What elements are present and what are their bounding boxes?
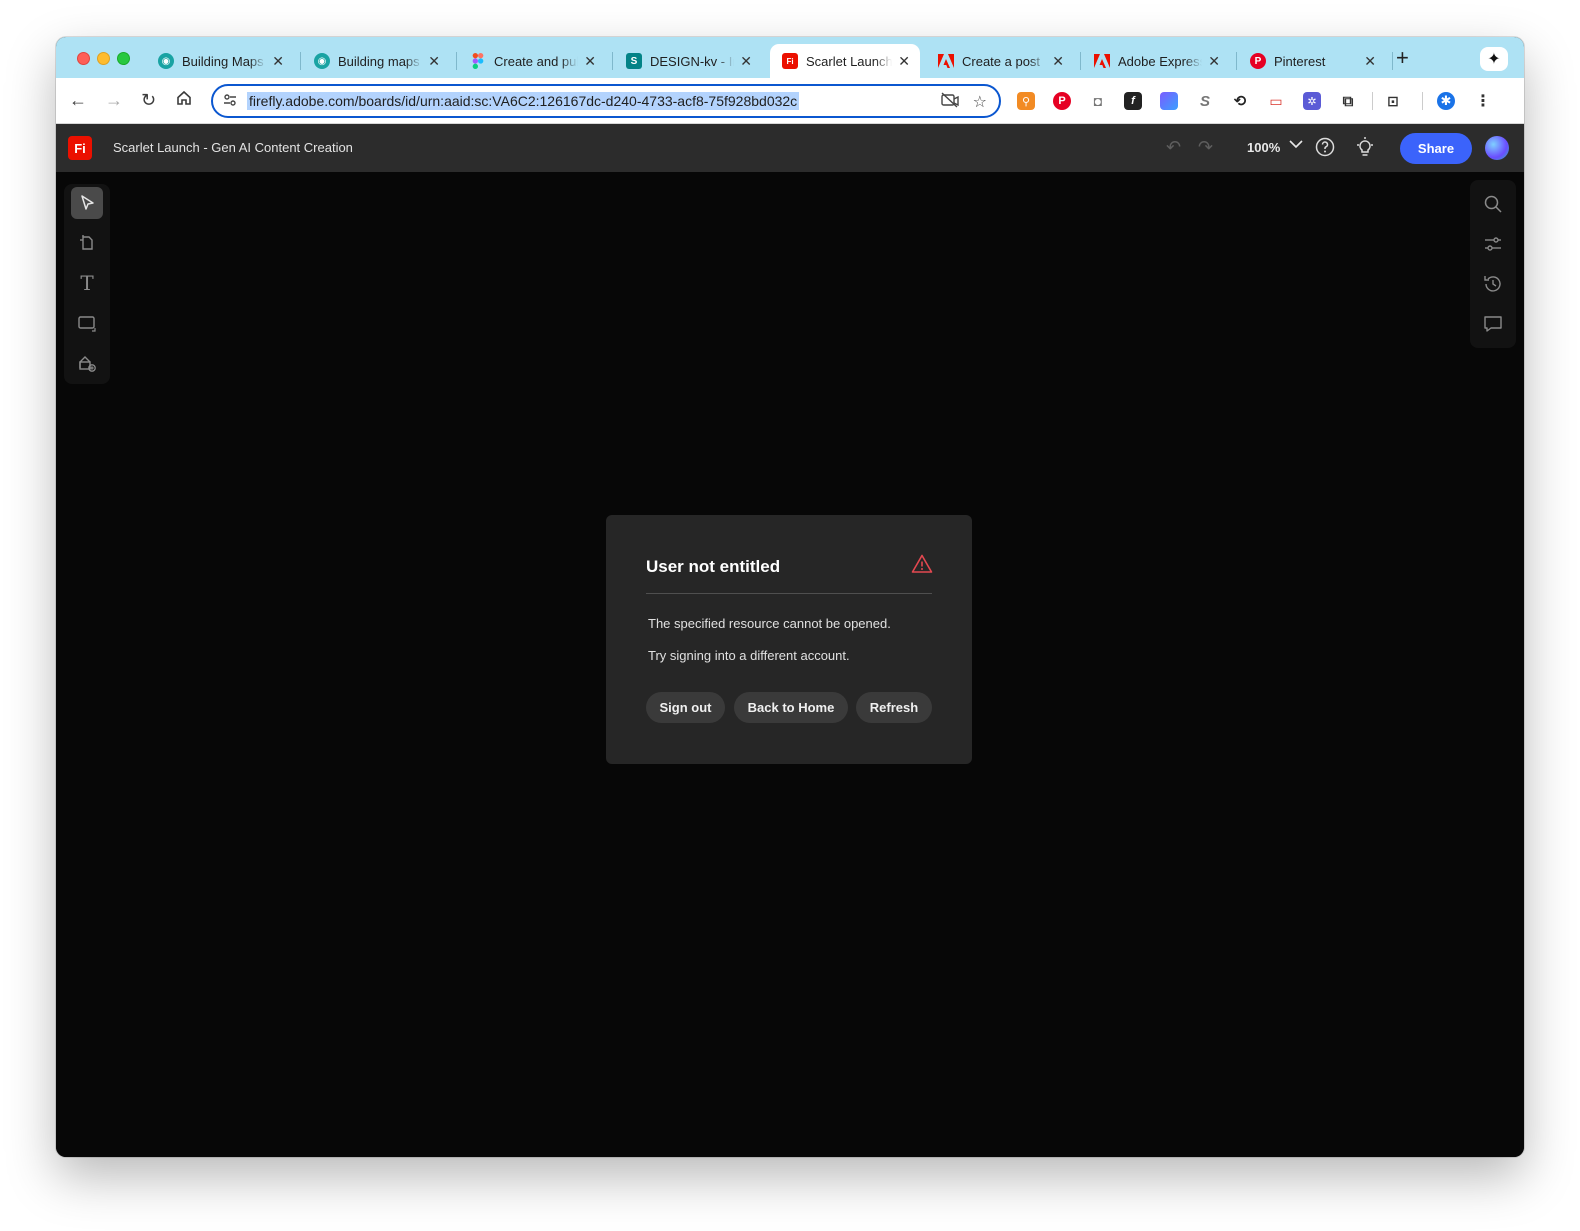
pinterest-extension-icon[interactable]: P bbox=[1053, 92, 1071, 110]
share-button[interactable]: Share bbox=[1400, 133, 1472, 164]
generate-image-tool-icon[interactable] bbox=[71, 347, 103, 379]
firefly-favicon-icon: Fi bbox=[782, 53, 798, 69]
undo-icon[interactable]: ↶ bbox=[1166, 137, 1181, 158]
dialog-divider bbox=[646, 593, 932, 594]
browser-toolbar: ← → ↻ firefly.adobe.com/boards/id/urn:aa… bbox=[56, 78, 1524, 124]
toolbox-extension-icon[interactable]: ▭ bbox=[1267, 92, 1285, 110]
tab-building-maps-1[interactable]: ◉ Building Maps ✕ bbox=[146, 44, 294, 78]
left-toolbar: T bbox=[64, 184, 110, 384]
site-settings-icon[interactable] bbox=[223, 93, 237, 110]
adobe-icon bbox=[938, 53, 954, 69]
search-icon[interactable] bbox=[1482, 193, 1504, 215]
bookmark-star-icon[interactable]: ☆ bbox=[973, 92, 987, 113]
zoom-level[interactable]: 100% bbox=[1247, 140, 1280, 155]
back-arrow-icon[interactable]: ← bbox=[69, 90, 87, 110]
lightbulb-icon[interactable] bbox=[1354, 136, 1376, 158]
close-icon[interactable]: ✕ bbox=[740, 53, 752, 70]
properties-sliders-icon[interactable] bbox=[1482, 233, 1504, 255]
font-extension-icon[interactable]: f bbox=[1124, 92, 1142, 110]
tab-design-kv[interactable]: S DESIGN-kv - In ✕ bbox=[614, 44, 762, 78]
dialog-hint: Try signing into a different account. bbox=[648, 648, 850, 663]
forward-arrow-icon[interactable]: → bbox=[105, 90, 123, 110]
history-icon[interactable] bbox=[1482, 273, 1504, 295]
avatar[interactable] bbox=[1485, 136, 1509, 160]
warning-icon bbox=[911, 553, 933, 575]
extension-orange-icon[interactable]: ⚲ bbox=[1017, 92, 1035, 110]
sign-out-button[interactable]: Sign out bbox=[646, 692, 725, 723]
tab-strip: ◉ Building Maps ✕ ◉ Building maps ✕ Crea… bbox=[56, 37, 1524, 78]
redo-icon[interactable]: ↷ bbox=[1198, 137, 1213, 158]
chevron-down-icon[interactable] bbox=[1289, 138, 1303, 152]
back-to-home-button[interactable]: Back to Home bbox=[734, 692, 848, 723]
select-tool-icon[interactable] bbox=[71, 187, 103, 219]
dialog-title: User not entitled bbox=[646, 557, 781, 576]
right-toolbar bbox=[1470, 180, 1516, 348]
gemini-sparkle-icon[interactable]: ✦ bbox=[1480, 47, 1508, 71]
close-icon[interactable]: ✕ bbox=[584, 53, 596, 70]
tab-pinterest[interactable]: P Pinterest ✕ bbox=[1238, 44, 1386, 78]
close-icon[interactable]: ✕ bbox=[1052, 53, 1064, 70]
close-icon[interactable]: ✕ bbox=[1208, 53, 1220, 70]
tab-search-icon[interactable]: ⊡ bbox=[1384, 92, 1402, 110]
tab-adobe-express[interactable]: Adobe Express ✕ bbox=[1082, 44, 1230, 78]
pinterest-icon: P bbox=[1250, 53, 1266, 69]
tab-building-maps-2[interactable]: ◉ Building maps ✕ bbox=[302, 44, 450, 78]
color-extension-icon[interactable] bbox=[1160, 92, 1178, 110]
close-icon[interactable]: ✕ bbox=[898, 53, 910, 70]
new-tab-button[interactable]: + bbox=[1396, 46, 1409, 70]
comment-icon[interactable] bbox=[1482, 313, 1504, 335]
minimize-window-button[interactable] bbox=[97, 52, 110, 65]
gear-extension-icon[interactable]: ✲ bbox=[1303, 92, 1321, 110]
adobe-icon bbox=[1094, 53, 1110, 69]
address-bar[interactable]: firefly.adobe.com/boards/id/urn:aaid:sc:… bbox=[211, 84, 1001, 118]
error-dialog: User not entitled The specified resource… bbox=[606, 515, 972, 764]
tab-create-a-post[interactable]: Create a post ✕ bbox=[926, 44, 1074, 78]
profile-icon[interactable]: ✱ bbox=[1437, 92, 1455, 110]
dialog-message: The specified resource cannot be opened. bbox=[648, 616, 891, 631]
board-canvas[interactable]: T User not entitled The specified resour… bbox=[56, 172, 1524, 1157]
help-icon[interactable] bbox=[1314, 136, 1336, 158]
firefly-logo[interactable]: Fi bbox=[68, 136, 92, 160]
sync-extension-icon[interactable]: ⟲ bbox=[1231, 92, 1249, 110]
url-text[interactable]: firefly.adobe.com/boards/id/urn:aaid:sc:… bbox=[247, 92, 800, 110]
text-tool-icon[interactable]: T bbox=[71, 267, 103, 299]
tab-scarlet-launch[interactable]: Fi Scarlet Launch ✕ bbox=[770, 44, 920, 78]
sharepoint-icon: S bbox=[626, 53, 642, 69]
refresh-button[interactable]: Refresh bbox=[856, 692, 932, 723]
s-extension-icon[interactable]: S bbox=[1196, 92, 1214, 110]
close-icon[interactable]: ✕ bbox=[1364, 53, 1376, 70]
close-icon[interactable]: ✕ bbox=[272, 53, 284, 70]
artboard-tool-icon[interactable] bbox=[71, 227, 103, 259]
reload-icon[interactable]: ↻ bbox=[141, 90, 156, 110]
app-favicon-icon: ◉ bbox=[314, 53, 330, 69]
browser-window: ◉ Building Maps ✕ ◉ Building maps ✕ Crea… bbox=[56, 37, 1524, 1157]
extensions-puzzle-icon[interactable]: ⧉ bbox=[1339, 92, 1357, 110]
maximize-window-button[interactable] bbox=[117, 52, 130, 65]
close-icon[interactable]: ✕ bbox=[428, 53, 440, 70]
close-window-button[interactable] bbox=[77, 52, 90, 65]
app-favicon-icon: ◉ bbox=[158, 53, 174, 69]
shape-tool-icon[interactable] bbox=[71, 307, 103, 339]
camera-icon[interactable]: ◘ bbox=[1089, 92, 1107, 110]
board-title[interactable]: Scarlet Launch - Gen AI Content Creation bbox=[113, 140, 353, 155]
camera-off-icon[interactable] bbox=[940, 92, 959, 113]
figma-icon bbox=[470, 53, 486, 69]
tab-create-and-publish[interactable]: Create and pub ✕ bbox=[458, 44, 606, 78]
more-menu-icon[interactable]: ⋮ bbox=[1474, 92, 1492, 110]
app-header: Fi Scarlet Launch - Gen AI Content Creat… bbox=[56, 124, 1524, 172]
home-icon[interactable] bbox=[176, 90, 192, 110]
